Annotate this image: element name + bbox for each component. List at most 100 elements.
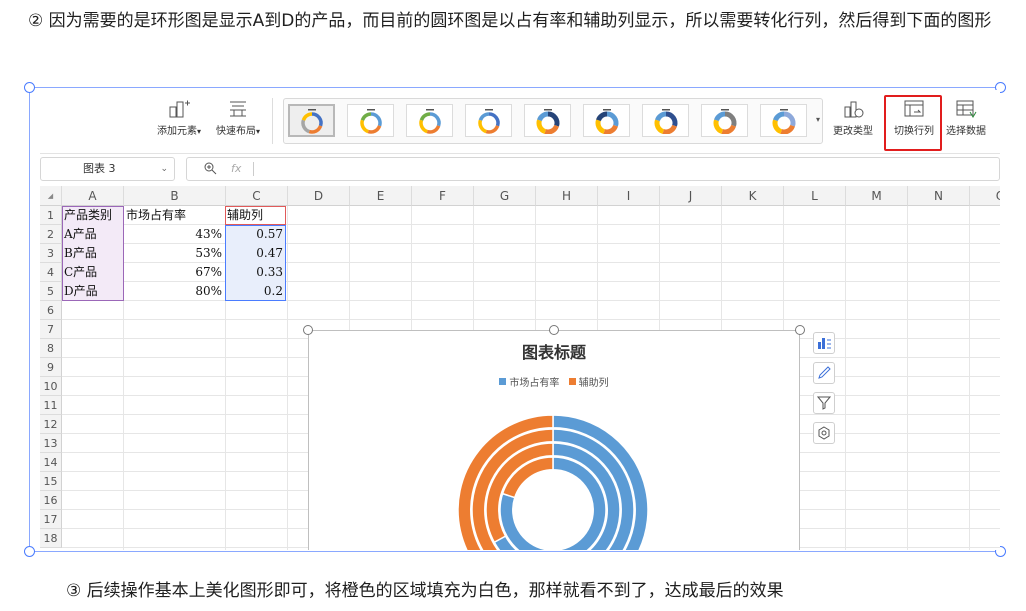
zoom-icon[interactable]: [203, 157, 217, 179]
table-cell[interactable]: C产品: [64, 263, 122, 282]
worksheet-grid[interactable]: ◢ABCDEFGHIJKLMNO123456789101112131415161…: [40, 186, 1000, 550]
frame-resize-handle[interactable]: [24, 546, 35, 557]
doughnut-thumbnail-icon: [772, 108, 795, 134]
row-header-4[interactable]: 4: [40, 263, 62, 282]
column-header-c[interactable]: C: [226, 186, 288, 206]
table-cell[interactable]: 产品类别: [64, 206, 122, 225]
chart-resize-handle[interactable]: [549, 325, 559, 335]
table-cell[interactable]: 市场占有率: [126, 206, 222, 225]
table-cell[interactable]: 0.2: [227, 282, 283, 301]
change-type-button[interactable]: 更改类型: [828, 98, 878, 138]
gallery-expand-icon[interactable]: ▾: [816, 115, 820, 124]
highlight-box: [884, 95, 942, 151]
chart-resize-handle[interactable]: [303, 325, 313, 335]
row-header-16[interactable]: 16: [40, 491, 62, 510]
doughnut-thumbnail-icon: [477, 108, 500, 134]
column-header-m[interactable]: M: [846, 186, 908, 206]
instruction-paragraph-3: ③ 后续操作基本上美化图形即可，将橙色的区域填充为白色，那样就看不到了，达成最后…: [66, 581, 784, 601]
table-cell[interactable]: 67%: [126, 263, 222, 282]
table-cell[interactable]: 80%: [126, 282, 222, 301]
change-type-label: 更改类型: [833, 126, 873, 137]
table-cell[interactable]: 53%: [126, 244, 222, 263]
doughnut-chart[interactable]: 图表标题 市场占有率 辅助列: [308, 330, 800, 550]
quick-layout-label: 快速布局: [215, 126, 256, 137]
column-header-h[interactable]: H: [536, 186, 598, 206]
frame-resize-handle[interactable]: [24, 82, 35, 93]
row-header-18[interactable]: 18: [40, 529, 62, 548]
chart-style-thumbnail[interactable]: [288, 104, 335, 137]
chart-style-thumbnail[interactable]: [642, 104, 689, 137]
column-header-j[interactable]: J: [660, 186, 722, 206]
table-cell[interactable]: 0.57: [227, 225, 283, 244]
table-cell[interactable]: 43%: [126, 225, 222, 244]
chart-style-gallery: ▾: [283, 98, 823, 144]
chart-style-thumbnail[interactable]: [347, 104, 394, 137]
chart-resize-handle[interactable]: [795, 325, 805, 335]
name-box[interactable]: 图表 3 ⌄: [40, 157, 175, 181]
grid-line: [62, 319, 1000, 320]
column-header-e[interactable]: E: [350, 186, 412, 206]
spreadsheet-window: 添加元素▾ 快速布局▾ ▾ 更改类型 切换行列 选择数据 图表 3 ⌄ fx ◢…: [40, 90, 1000, 550]
column-header-a[interactable]: A: [62, 186, 124, 206]
row-header-7[interactable]: 7: [40, 320, 62, 339]
row-header-9[interactable]: 9: [40, 358, 62, 377]
grid-line: [907, 206, 908, 550]
row-header-3[interactable]: 3: [40, 244, 62, 263]
doughnut-thumbnail-icon: [595, 108, 618, 134]
table-cell[interactable]: A产品: [64, 225, 122, 244]
doughnut-plot: [457, 414, 649, 550]
quick-layout-button[interactable]: 快速布局▾: [211, 98, 265, 138]
column-header-o[interactable]: O: [970, 186, 1000, 206]
row-header-12[interactable]: 12: [40, 415, 62, 434]
row-header-5[interactable]: 5: [40, 282, 62, 301]
chart-filter-icon[interactable]: [813, 392, 835, 414]
column-header-i[interactable]: I: [598, 186, 660, 206]
column-header-k[interactable]: K: [722, 186, 784, 206]
row-header-17[interactable]: 17: [40, 510, 62, 529]
chart-style-thumbnail[interactable]: [406, 104, 453, 137]
table-cell[interactable]: B产品: [64, 244, 122, 263]
chart-settings-icon[interactable]: [813, 422, 835, 444]
chart-elements-icon[interactable]: [813, 332, 835, 354]
select-data-button[interactable]: 选择数据: [941, 98, 991, 138]
ribbon-divider: [272, 98, 273, 144]
formula-input[interactable]: fx: [186, 157, 1000, 181]
select-all-corner[interactable]: ◢: [40, 186, 62, 206]
select-data-label: 选择数据: [946, 126, 986, 137]
change-type-icon: [828, 98, 878, 120]
chart-style-thumbnail[interactable]: [701, 104, 748, 137]
doughnut-thumbnail-icon: [300, 108, 323, 134]
chart-style-thumbnail[interactable]: [583, 104, 630, 137]
grid-line: [845, 206, 846, 550]
column-header-f[interactable]: F: [412, 186, 474, 206]
fx-icon: fx: [231, 162, 242, 175]
table-cell[interactable]: D产品: [64, 282, 122, 301]
name-box-value: 图表 3: [83, 162, 116, 175]
row-header-1[interactable]: 1: [40, 206, 62, 225]
row-header-8[interactable]: 8: [40, 339, 62, 358]
column-header-d[interactable]: D: [288, 186, 350, 206]
column-header-b[interactable]: B: [124, 186, 226, 206]
row-header-6[interactable]: 6: [40, 301, 62, 320]
table-cell[interactable]: 辅助列: [227, 206, 282, 225]
add-element-button[interactable]: 添加元素▾: [152, 98, 206, 138]
chart-style-brush-icon[interactable]: [813, 362, 835, 384]
row-header-15[interactable]: 15: [40, 472, 62, 491]
chart-style-thumbnail[interactable]: [465, 104, 512, 137]
grid-line: [287, 206, 288, 550]
row-header-10[interactable]: 10: [40, 377, 62, 396]
table-cell[interactable]: 0.33: [227, 263, 283, 282]
column-header-g[interactable]: G: [474, 186, 536, 206]
chevron-down-icon: ⌄: [160, 164, 168, 174]
row-header-2[interactable]: 2: [40, 225, 62, 244]
chart-style-thumbnail[interactable]: [524, 104, 571, 137]
chart-style-thumbnail[interactable]: [760, 104, 807, 137]
row-header-11[interactable]: 11: [40, 396, 62, 415]
formula-bar: 图表 3 ⌄ fx: [40, 157, 1000, 181]
table-cell[interactable]: 0.47: [227, 244, 283, 263]
column-header-l[interactable]: L: [784, 186, 846, 206]
row-header-13[interactable]: 13: [40, 434, 62, 453]
row-header-14[interactable]: 14: [40, 453, 62, 472]
doughnut-thumbnail-icon: [359, 108, 382, 134]
column-header-n[interactable]: N: [908, 186, 970, 206]
